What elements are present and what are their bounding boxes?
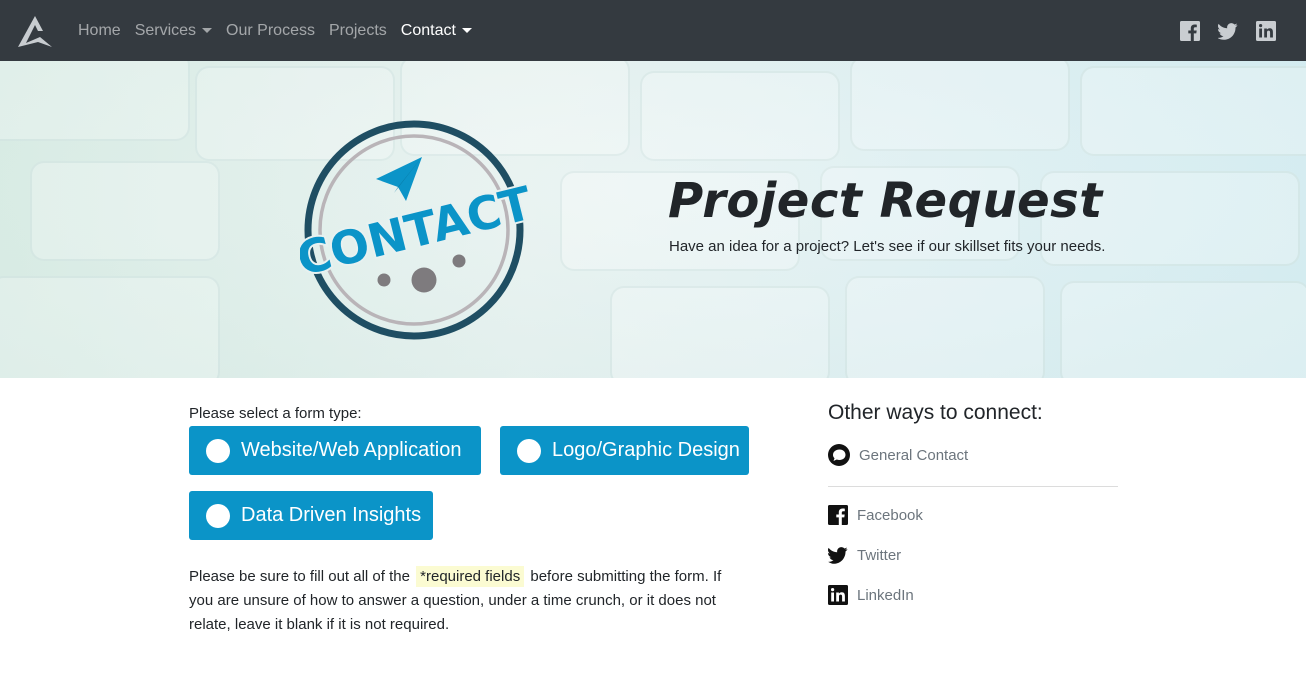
divider	[828, 486, 1118, 487]
page-subtitle: Have an idea for a project? Let's see if…	[669, 238, 1106, 255]
required-fields-highlight: *required fields	[416, 566, 525, 587]
form-type-website-button[interactable]: Website/Web Application	[189, 426, 481, 475]
form-note: Please be sure to fill out all of the *r…	[189, 565, 749, 637]
hero-overlay	[0, 61, 1306, 378]
sidebar-linkedin-link[interactable]: LinkedIn	[828, 585, 914, 605]
twitter-icon	[828, 547, 848, 564]
sidebar-twitter-label: Twitter	[857, 546, 902, 564]
nav-contact[interactable]: Contact	[401, 22, 472, 40]
navbar: Home Services Our Process Projects Conta…	[0, 0, 1306, 61]
radio-icon	[517, 438, 541, 463]
sidebar-twitter-link[interactable]: Twitter	[828, 545, 901, 565]
linkedin-icon[interactable]	[1256, 21, 1276, 41]
caret-down-icon	[202, 28, 213, 33]
connect-heading: Other ways to connect:	[828, 401, 1043, 424]
general-contact-label: General Contact	[859, 446, 969, 464]
nav-contact-label: Contact	[400, 21, 456, 39]
facebook-icon[interactable]	[1180, 21, 1200, 41]
radio-icon	[206, 503, 230, 528]
sidebar-facebook-label: Facebook	[857, 506, 923, 524]
nav-home-label: Home	[78, 21, 121, 39]
paper-plane-icon	[376, 157, 422, 201]
twitter-icon[interactable]	[1218, 21, 1238, 41]
nav-home[interactable]: Home	[78, 22, 121, 40]
facebook-icon	[828, 505, 848, 525]
form-type-data-label: Data Driven Insights	[241, 504, 422, 526]
page-title: Project Request	[668, 173, 1103, 229]
form-type-logo-button[interactable]: Logo/Graphic Design	[500, 426, 749, 475]
nav-links: Home Services Our Process Projects Conta…	[78, 0, 486, 61]
contact-logo: CONTACT	[300, 120, 528, 340]
nav-our-process-label: Our Process	[226, 21, 315, 39]
general-contact-link[interactable]: General Contact	[828, 444, 968, 466]
caret-down-icon	[461, 28, 472, 33]
nav-projects[interactable]: Projects	[329, 22, 387, 40]
sidebar-linkedin-label: LinkedIn	[857, 586, 914, 604]
nav-projects-label: Projects	[328, 21, 387, 39]
nav-services-label: Services	[134, 21, 197, 39]
social-links	[1180, 21, 1276, 41]
form-type-logo-label: Logo/Graphic Design	[552, 439, 740, 461]
nav-services[interactable]: Services	[134, 21, 213, 40]
brand-logo[interactable]	[16, 13, 54, 49]
chat-bubble-icon	[828, 444, 850, 466]
logo-text: CONTACT	[300, 176, 528, 287]
radio-icon	[206, 438, 230, 463]
form-type-data-button[interactable]: Data Driven Insights	[189, 491, 433, 540]
nav-our-process[interactable]: Our Process	[226, 22, 315, 40]
form-type-website-label: Website/Web Application	[241, 439, 462, 461]
note-text-before: Please be sure to fill out all of the	[189, 568, 410, 585]
sidebar-facebook-link[interactable]: Facebook	[828, 505, 923, 525]
form-type-label: Please select a form type:	[189, 405, 362, 422]
hero-banner: CONTACT Project Request Have an idea for…	[0, 61, 1306, 378]
linkedin-icon	[828, 585, 848, 605]
